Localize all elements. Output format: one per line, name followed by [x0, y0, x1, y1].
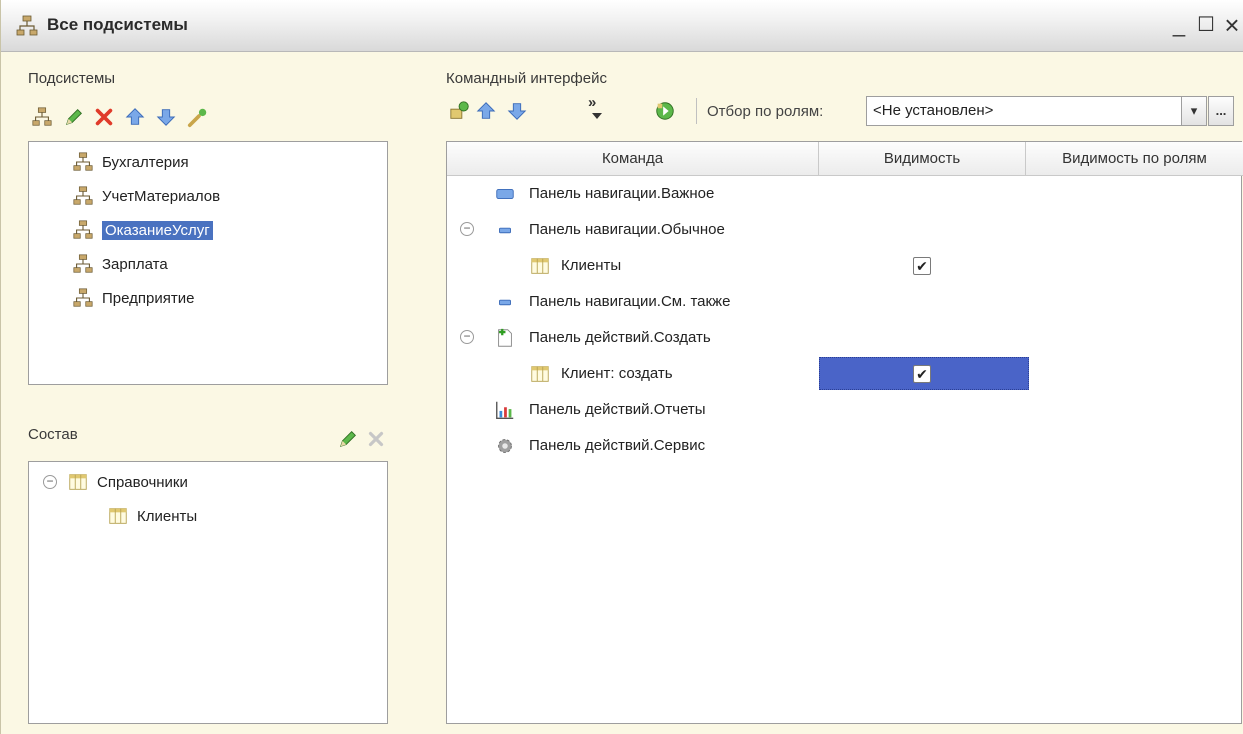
- more-commands-icon[interactable]: »: [588, 94, 596, 111]
- run-icon[interactable]: [654, 100, 676, 122]
- nav-panel-important-icon: [494, 183, 516, 205]
- tree-item[interactable]: УчетМатериалов: [72, 182, 220, 210]
- reports-chart-icon: [494, 399, 516, 421]
- table-row[interactable]: − Панель действий.Создать: [447, 320, 1243, 356]
- subsystem-icon: [72, 253, 94, 275]
- command-label: Панель навигации.Важное: [529, 185, 715, 202]
- tree-item[interactable]: Зарплата: [72, 250, 168, 278]
- more-dropdown-icon[interactable]: [592, 113, 602, 119]
- command-label: Панель навигации.Обычное: [529, 221, 725, 238]
- move-to-icon[interactable]: [187, 106, 209, 128]
- column-header-visibility-by-roles[interactable]: Видимость по ролям: [1026, 142, 1243, 176]
- table-row[interactable]: Клиенты ✔: [447, 248, 1243, 284]
- tree-item-label: ОказаниеУслуг: [102, 220, 213, 240]
- move-down-icon[interactable]: [155, 106, 177, 128]
- subsystems-tree[interactable]: Бухгалтерия УчетМатериалов ОказаниеУслуг…: [28, 141, 388, 385]
- command-label: Панель действий.Создать: [529, 329, 711, 346]
- command-table[interactable]: Команда Видимость Видимость по ролям Пан…: [446, 141, 1243, 724]
- edit-pencil-icon[interactable]: [63, 106, 85, 128]
- minimize-button[interactable]: _: [1166, 12, 1192, 38]
- tree-item[interactable]: Бухгалтерия: [72, 148, 189, 176]
- remove-composition-icon[interactable]: [365, 428, 387, 450]
- delete-icon[interactable]: [93, 106, 115, 128]
- tree-item[interactable]: Клиенты: [107, 502, 197, 530]
- subsystem-icon: [72, 185, 94, 207]
- move-up-icon[interactable]: [475, 100, 497, 122]
- column-header-visibility[interactable]: Видимость: [819, 142, 1026, 176]
- maximize-button[interactable]: ☐: [1193, 12, 1219, 38]
- collapse-icon[interactable]: −: [43, 475, 57, 489]
- command-label: Панель навигации.См. также: [529, 293, 731, 310]
- tree-item[interactable]: Предприятие: [72, 284, 194, 312]
- tree-item-selected[interactable]: ОказаниеУслуг: [72, 216, 213, 244]
- tree-item-label: Предприятие: [102, 289, 195, 307]
- create-document-icon: [494, 327, 516, 349]
- edit-composition-icon[interactable]: [337, 428, 359, 450]
- catalog-icon: [529, 255, 551, 277]
- toolbar-separator: [696, 98, 697, 124]
- collapse-icon[interactable]: −: [460, 222, 474, 236]
- composition-tree[interactable]: − Справочники Клиенты: [28, 461, 388, 724]
- visibility-checkbox[interactable]: ✔: [913, 365, 931, 383]
- subsystems-label: Подсистемы: [28, 70, 116, 87]
- command-label: Панель действий.Сервис: [529, 437, 706, 454]
- collapse-icon[interactable]: −: [460, 330, 474, 344]
- command-label: Панель действий.Отчеты: [529, 401, 706, 418]
- gear-icon: [494, 435, 516, 457]
- table-row-selected[interactable]: Клиент: создать ✔: [447, 356, 1243, 392]
- add-subsystem-icon[interactable]: [31, 106, 53, 128]
- move-up-icon[interactable]: [124, 106, 146, 128]
- tree-item-label: УчетМатериалов: [102, 187, 221, 205]
- subsystems-window: Все подсистемы _ ☐ × Подсистемы Бухгалте…: [0, 0, 1243, 734]
- title-bar: Все подсистемы _ ☐ ×: [1, 0, 1243, 52]
- catalog-icon: [107, 505, 129, 527]
- ellipsis-button[interactable]: ...: [1208, 96, 1234, 126]
- tree-item-label: Бухгалтерия: [102, 153, 189, 171]
- role-filter-select[interactable]: <Не установлен>: [866, 96, 1202, 126]
- catalog-icon: [529, 363, 551, 385]
- subsystem-icon: [72, 287, 94, 309]
- composition-label: Состав: [28, 426, 78, 443]
- subsystem-icon: [72, 219, 94, 241]
- tree-item-label: Зарплата: [102, 255, 168, 273]
- table-row[interactable]: Панель навигации.См. также: [447, 284, 1243, 320]
- window-title: Все подсистемы: [47, 15, 188, 34]
- tree-item-label: Клиенты: [137, 507, 198, 525]
- role-filter-label: Отбор по ролям:: [707, 103, 824, 120]
- column-header-command[interactable]: Команда: [447, 142, 819, 176]
- role-filter-value: <Не установлен>: [873, 102, 994, 119]
- subsystem-tree-icon: [15, 14, 39, 38]
- add-command-icon[interactable]: [449, 100, 471, 122]
- command-label: Клиент: создать: [561, 365, 673, 382]
- tree-item-label: Справочники: [97, 473, 188, 491]
- tree-item[interactable]: − Справочники: [43, 468, 188, 496]
- table-row[interactable]: Панель навигации.Важное: [447, 176, 1243, 212]
- close-button[interactable]: ×: [1219, 12, 1243, 38]
- table-row[interactable]: − Панель навигации.Обычное: [447, 212, 1243, 248]
- dropdown-arrow-icon[interactable]: ▾: [1181, 96, 1207, 126]
- move-down-icon[interactable]: [506, 100, 528, 122]
- subsystem-icon: [72, 151, 94, 173]
- table-row[interactable]: Панель действий.Сервис: [447, 428, 1243, 464]
- table-row[interactable]: Панель действий.Отчеты: [447, 392, 1243, 428]
- nav-panel-icon: [494, 219, 516, 241]
- catalog-icon: [67, 471, 89, 493]
- nav-panel-icon: [494, 291, 516, 313]
- visibility-checkbox[interactable]: ✔: [913, 257, 931, 275]
- command-label: Клиенты: [561, 257, 622, 274]
- command-interface-label: Командный интерфейс: [446, 70, 607, 87]
